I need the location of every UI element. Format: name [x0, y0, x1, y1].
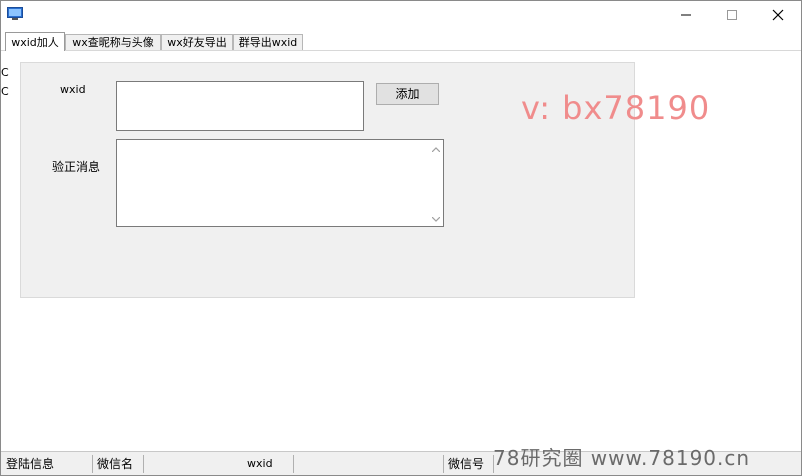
status-separator	[92, 455, 93, 473]
status-wxid: wxid	[247, 457, 273, 470]
status-separator	[293, 455, 294, 473]
wxid-input[interactable]	[116, 81, 364, 131]
stray-char-1: C	[1, 66, 9, 79]
wxid-label: wxid	[60, 83, 86, 96]
title-bar	[1, 1, 801, 28]
app-window: wxid加人 wx查昵称与头像 wx好友导出 群导出wxid C C wxid …	[0, 0, 802, 476]
verify-message-label: 验正消息	[52, 160, 101, 174]
app-monitor-icon	[7, 7, 23, 20]
tab-strip: wxid加人 wx查昵称与头像 wx好友导出 群导出wxid	[1, 32, 801, 51]
status-separator	[443, 455, 444, 473]
close-icon	[772, 9, 784, 20]
add-button[interactable]: 添加	[376, 83, 439, 105]
tab-nickname-avatar[interactable]: wx查昵称与头像	[65, 34, 161, 50]
contact-watermark: v: bx78190	[521, 89, 711, 127]
status-login-info: 登陆信息	[6, 457, 55, 471]
close-button[interactable]	[755, 1, 801, 28]
site-watermark: 78研究圈 www.78190.cn	[493, 446, 751, 470]
scroll-up-icon[interactable]	[431, 144, 441, 154]
verify-message-textarea[interactable]	[116, 139, 444, 227]
stray-char-2: C	[1, 85, 9, 98]
status-wechat-id: 微信号	[448, 457, 485, 471]
tab-friends-export[interactable]: wx好友导出	[161, 34, 233, 50]
tab-group-export[interactable]: 群导出wxid	[233, 34, 303, 50]
minimize-button[interactable]	[663, 1, 709, 28]
status-separator	[143, 455, 144, 473]
tab-wxid-add[interactable]: wxid加人	[5, 32, 65, 51]
maximize-icon	[727, 9, 737, 20]
maximize-button[interactable]	[709, 1, 755, 28]
scroll-down-icon[interactable]	[431, 214, 441, 224]
minimize-icon	[681, 14, 691, 15]
status-wechat-name: 微信名	[97, 457, 134, 471]
